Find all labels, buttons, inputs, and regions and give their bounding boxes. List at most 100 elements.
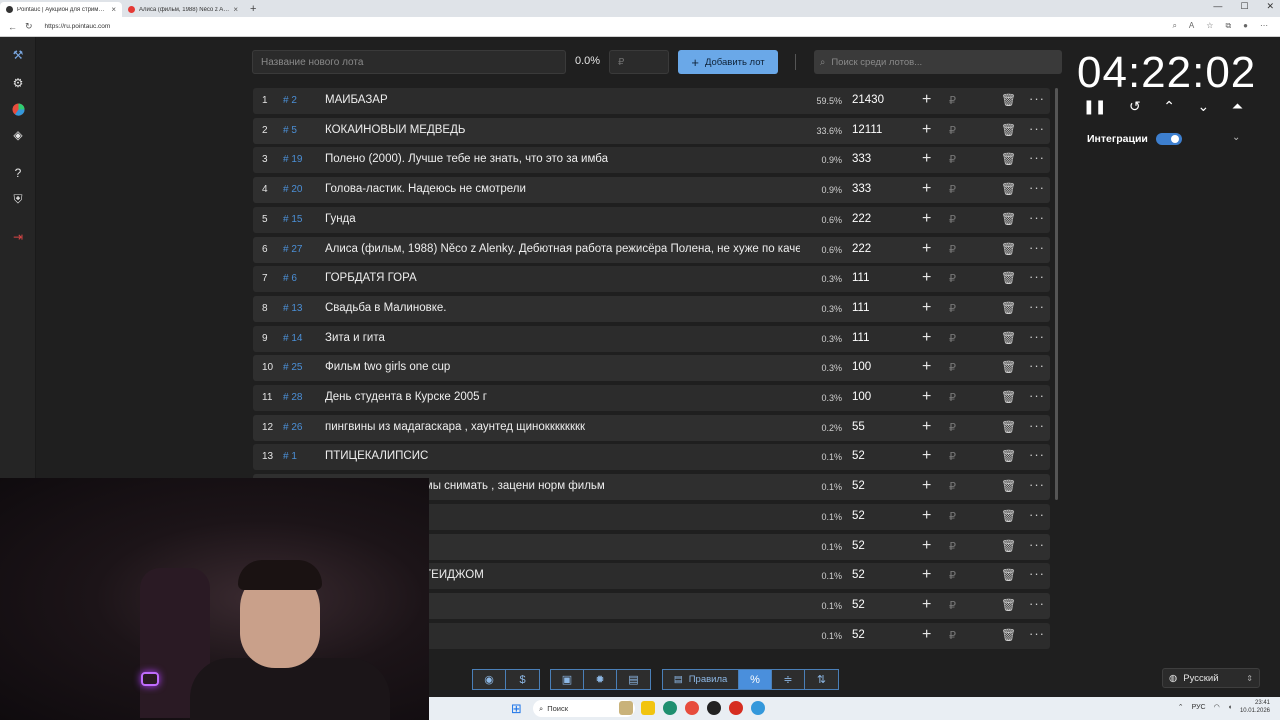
add-amount-icon[interactable]: + (922, 566, 931, 584)
lot-id-link[interactable]: # 5 (283, 125, 297, 136)
more-options-icon[interactable]: ··· (1029, 180, 1045, 195)
lots-scrollbar[interactable] (1055, 88, 1058, 500)
currency-rub-icon[interactable]: ₽ (949, 94, 956, 107)
decrease-time-icon[interactable]: ⌄ (1198, 98, 1210, 115)
delete-trash-icon[interactable]: 🗑 (1001, 598, 1016, 612)
more-options-icon[interactable]: ··· (1029, 299, 1045, 314)
compact-icon[interactable]: ≑ (772, 670, 805, 689)
lot-row[interactable]: 13 # 1 ПТИЦЕКАЛИПСИС 0.1% 52 + ₽ 🗑 ··· (253, 444, 1050, 471)
lot-id-link[interactable]: # 27 (283, 244, 302, 255)
currency-rub-icon[interactable]: ₽ (949, 480, 956, 493)
add-amount-icon[interactable]: + (922, 388, 931, 406)
currency-rub-icon[interactable]: ₽ (949, 183, 956, 196)
donate-icon[interactable]: $ (506, 670, 539, 689)
add-amount-icon[interactable]: + (922, 596, 931, 614)
lot-search-input[interactable]: ⌕ Поиск среди лотов... (814, 50, 1062, 74)
add-amount-icon[interactable]: + (922, 121, 931, 139)
integrations-toggle[interactable] (1156, 133, 1182, 145)
delete-trash-icon[interactable]: 🗑 (1001, 242, 1016, 256)
tray-chevron-icon[interactable]: ⌃ (1178, 703, 1184, 711)
currency-rub-icon[interactable]: ₽ (949, 332, 956, 345)
add-amount-icon[interactable]: + (922, 240, 931, 258)
lot-name[interactable]: ПТИЦЕКАЛИПСИС (325, 450, 800, 462)
lot-name[interactable]: ГОРБДАТЯ ГОРА (325, 272, 800, 284)
wheel-chart-icon[interactable] (10, 101, 26, 117)
app-red-icon[interactable] (685, 701, 699, 715)
lot-name[interactable]: КОКАИНОВЫЙ МЕДВЕДЬ (325, 124, 800, 136)
lot-name[interactable]: Свадьба в Малиновке. (325, 302, 800, 314)
lot-row[interactable]: 11 # 28 День студента в Курске 2005 г 0.3% 1… (253, 385, 1050, 411)
more-options-icon[interactable]: ··· (1029, 537, 1045, 552)
add-amount-icon[interactable]: + (922, 418, 931, 436)
more-options-icon[interactable]: ··· (1029, 240, 1045, 255)
save-icon[interactable]: ▣ (551, 670, 584, 689)
more-options-icon[interactable]: ··· (1029, 269, 1045, 284)
browser-tab-pointauc[interactable]: Pointauc | Аукцион для стримеров × (0, 2, 122, 17)
add-amount-icon[interactable]: + (922, 537, 931, 555)
lot-row[interactable]: 2 # 5 КОКАИНОВЫЙ МЕДВЕДЬ 33.6% 12111 + ₽ 🗑 ··· (253, 117, 1050, 144)
more-options-icon[interactable]: ··· (1029, 507, 1045, 522)
extensions-icon[interactable]: ⧉ (1225, 21, 1231, 31)
add-amount-icon[interactable]: + (922, 358, 931, 376)
currency-rub-icon[interactable]: ₽ (949, 243, 956, 256)
lot-name[interactable]: МАЙБАЗАР (325, 94, 800, 106)
telegram-icon[interactable] (751, 701, 765, 715)
favorite-icon[interactable]: ☆ (1206, 21, 1213, 31)
volume-icon[interactable]: ◖ (1228, 704, 1232, 711)
add-amount-icon[interactable]: + (922, 477, 931, 495)
lot-name[interactable]: Голова-ластик. Надеюсь не смотрели (325, 183, 800, 195)
delete-trash-icon[interactable]: 🗑 (1001, 420, 1016, 434)
currency-rub-icon[interactable]: ₽ (949, 124, 956, 137)
delete-trash-icon[interactable]: 🗑 (1001, 271, 1016, 285)
app-dark-icon[interactable] (707, 701, 721, 715)
currency-rub-icon[interactable]: ₽ (949, 213, 956, 226)
lot-id-link[interactable]: # 25 (283, 362, 302, 373)
percent-toggle[interactable]: % (739, 670, 772, 689)
add-lot-button[interactable]: + Добавить лот (678, 50, 778, 74)
wifi-icon[interactable]: ◠ (1214, 703, 1220, 711)
delete-trash-icon[interactable]: 🗑 (1001, 479, 1016, 493)
close-tab-icon[interactable]: × (111, 5, 116, 14)
minimize-icon[interactable]: — (1213, 1, 1222, 12)
lot-id-link[interactable]: # 26 (283, 422, 302, 433)
lot-row[interactable]: 6 # 27 Алиса (фильм, 1988) Něco z Alenky. … (253, 236, 1050, 263)
lot-id-link[interactable]: # 1 (283, 451, 297, 462)
more-options-icon[interactable]: ··· (1029, 121, 1045, 136)
delete-trash-icon[interactable]: 🗑 (1001, 123, 1016, 137)
lot-row[interactable]: 10 # 25 Фильм two girls one cup 0.3% 100 + ₽ 🗑 ·… (253, 355, 1050, 382)
delete-trash-icon[interactable]: 🗑 (1001, 390, 1016, 404)
currency-rub-icon[interactable]: ₽ (949, 421, 956, 434)
browser-tab-alisa[interactable]: Алиса (фильм, 1988) Něco z Alenky × (122, 2, 244, 17)
layers-icon[interactable]: ◈ (10, 127, 26, 143)
delete-trash-icon[interactable]: 🗑 (1001, 331, 1016, 345)
currency-rub-icon[interactable]: ₽ (949, 450, 956, 463)
new-tab-icon[interactable]: + (250, 3, 256, 15)
maximize-icon[interactable]: ☐ (1240, 1, 1248, 12)
increase-time-icon[interactable]: ⌃ (1163, 98, 1175, 115)
widgets-icon[interactable] (619, 701, 633, 715)
url-field[interactable]: https://ru.pointauc.com (45, 23, 111, 30)
delete-trash-icon[interactable]: 🗑 (1001, 301, 1016, 315)
lot-id-link[interactable]: # 20 (283, 184, 302, 195)
add-amount-icon[interactable]: + (922, 180, 931, 198)
github-icon[interactable]: ◉ (473, 670, 506, 689)
back-icon[interactable]: ← (8, 22, 17, 32)
edge-icon[interactable] (663, 701, 677, 715)
reset-icon[interactable]: ↺ (1129, 98, 1141, 115)
lot-row[interactable]: 5 # 15 Гунда 0.6% 222 + ₽ 🗑 ··· (253, 206, 1050, 233)
sort-icon[interactable]: ⇅ (805, 670, 838, 689)
delete-trash-icon[interactable]: 🗑 (1001, 212, 1016, 226)
currency-rub-icon[interactable]: ₽ (949, 629, 956, 642)
pause-icon[interactable]: ❚❚ (1083, 98, 1106, 115)
new-lot-input[interactable]: Название нового лота (252, 50, 566, 74)
more-options-icon[interactable]: ··· (1029, 477, 1045, 492)
delete-trash-icon[interactable]: 🗑 (1001, 152, 1016, 166)
lot-row[interactable]: 3 # 19 Полено (2000). Лучше тебе не знать,… (253, 147, 1050, 174)
more-options-icon[interactable]: ··· (1029, 388, 1045, 403)
currency-rub-icon[interactable]: ₽ (949, 391, 956, 404)
collapse-icon[interactable]: ⏶ (1232, 98, 1243, 115)
add-amount-icon[interactable]: + (922, 447, 931, 465)
currency-rub-icon[interactable]: ₽ (949, 540, 956, 553)
menu-icon[interactable]: ⋯ (1260, 21, 1268, 31)
add-amount-icon[interactable]: + (922, 299, 931, 317)
